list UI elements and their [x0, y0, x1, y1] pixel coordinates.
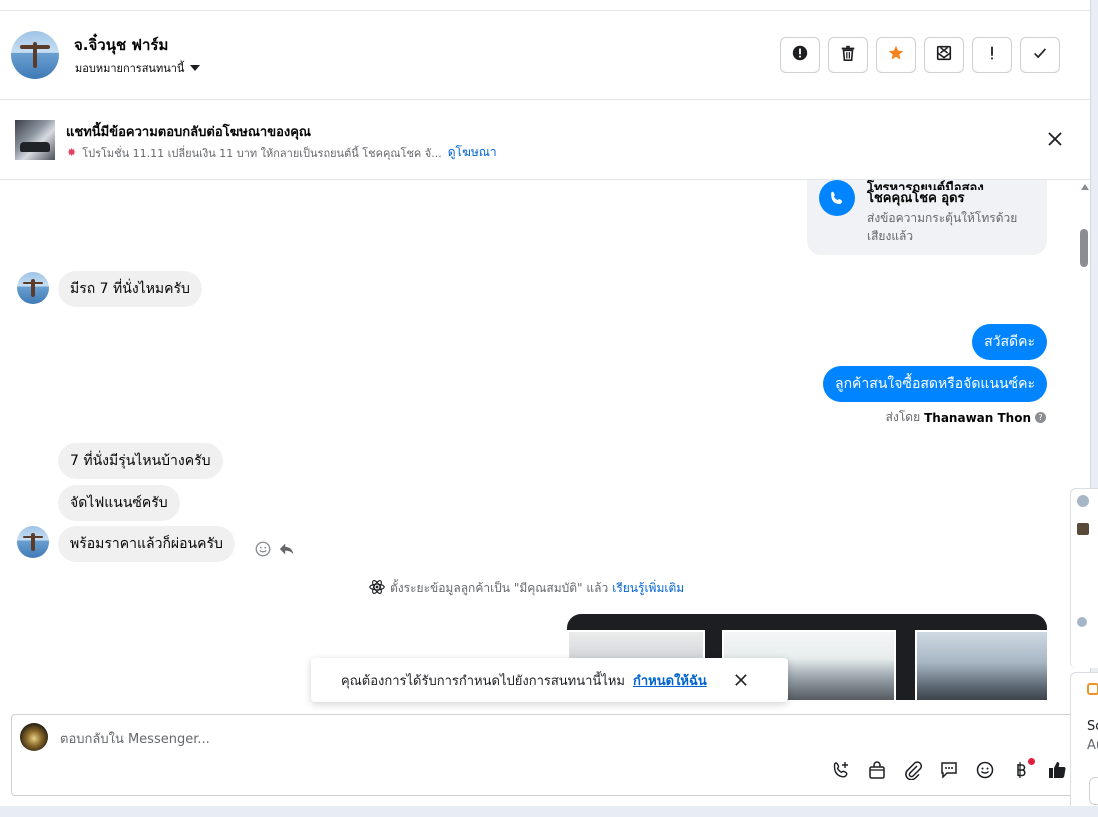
- learn-more-link[interactable]: เรียนรู้เพิ่มเติม: [612, 579, 684, 598]
- delete-button[interactable]: [828, 37, 868, 73]
- react-emoji-button[interactable]: [254, 540, 272, 562]
- bottom-strip: [0, 806, 1098, 817]
- mark-unread-button[interactable]: [924, 37, 964, 73]
- conversation-header: จ.จิ๋วนุช ฟาร์ม มอบหมายการสนทนานี้: [0, 11, 1090, 100]
- emoji-icon: [975, 760, 995, 784]
- star-icon: [887, 44, 905, 66]
- shop-bag-icon: [867, 760, 887, 784]
- incoming-message[interactable]: พร้อมราคาแล้วก็ผ่อนครับ: [58, 526, 235, 562]
- thumbs-up-icon: [1047, 760, 1067, 784]
- notification-icon: [1087, 683, 1098, 695]
- close-icon: [1048, 131, 1062, 150]
- report-spam-button[interactable]: [780, 37, 820, 73]
- sent-by-label: ส่งโดย Thanawan Thon ?: [886, 408, 1046, 427]
- call-prompt-card: โทรหารถยนต์มือสอง โชคคุณโชค อุดร ส่งข้อค…: [807, 180, 1047, 255]
- chevron-down-icon: [190, 65, 201, 71]
- scrollbar-thumb[interactable]: [1080, 229, 1088, 267]
- assign-conversation-dropdown[interactable]: มอบหมายการสนทนานี้: [75, 59, 201, 77]
- reply-button[interactable]: [278, 540, 296, 562]
- message-thread[interactable]: โทรหารถยนต์มือสอง โชคคุณโชค อุดร ส่งข้อค…: [0, 180, 1074, 700]
- mark-unread-icon: [935, 44, 953, 66]
- alert-circle-icon: [791, 44, 809, 66]
- messenger-inbox-page: จ.จิ๋วนุช ฟาร์ม มอบหมายการสนทนานี้ แชทนี…: [0, 0, 1098, 817]
- close-toast-button[interactable]: [733, 672, 749, 688]
- side-panel-card[interactable]: So Au: [1070, 672, 1098, 812]
- outgoing-message[interactable]: ลูกค้าสนใจซื้อสดหรือจัดแนนซ์คะ: [823, 366, 1047, 402]
- ad-banner-subtitle-row: ✸ โปรโมชั่น 11.11 เปลี่ยนเงิน 11 บาท ให้…: [67, 143, 497, 162]
- top-divider: [0, 0, 1090, 11]
- attach-button[interactable]: [902, 761, 924, 783]
- attachment-icon: [903, 760, 923, 784]
- call-card-description: ส่งข้อความกระตุ้นให้โทรด้วยเสียงแล้ว: [867, 211, 1018, 243]
- emoji-button[interactable]: [974, 761, 996, 783]
- close-banner-button[interactable]: [1045, 130, 1065, 150]
- sender-avatar[interactable]: [17, 272, 49, 304]
- contact-name[interactable]: จ.จิ๋วนุช ฟาร์ม: [74, 33, 168, 57]
- system-message-text: ตั้งระยะข้อมูลลูกค้าเป็น "มีคุณสมบัติ" แ…: [390, 581, 609, 595]
- mark-done-button[interactable]: [1020, 37, 1060, 73]
- reply-composer: ตอบกลับใน Messenger...: [11, 714, 1081, 796]
- reply-input[interactable]: ตอบกลับใน Messenger...: [60, 728, 210, 749]
- page-avatar: [20, 723, 48, 751]
- help-icon[interactable]: ?: [1035, 412, 1046, 423]
- saved-replies-button[interactable]: [938, 761, 960, 783]
- side-panel-button[interactable]: [1089, 777, 1098, 805]
- view-ad-link[interactable]: ดูโฆษณา: [448, 143, 497, 162]
- exclamation-icon: [983, 44, 1001, 66]
- message-actions: [254, 540, 296, 562]
- side-panel-text: Au: [1087, 738, 1098, 753]
- star-button[interactable]: [876, 37, 916, 73]
- toast-text: คุณต้องการได้รับการกำหนดไปยังการสนทนานี้…: [341, 673, 625, 689]
- notification-dot: [1028, 758, 1035, 765]
- product-card[interactable]: [915, 630, 1047, 700]
- incoming-message[interactable]: จัดไฟแนนซ์ครับ: [58, 485, 180, 521]
- like-button[interactable]: [1046, 761, 1068, 783]
- call-card-title: โทรหารถยนต์มือสอง โชคคุณโชค อุดร: [867, 181, 984, 206]
- side-panel-text: So: [1087, 719, 1098, 734]
- ad-reply-banner: แชทนี้มีข้อความตอบกลับต่อโฆษณาของคุณ ✸ โ…: [0, 100, 1090, 180]
- sparkle-icon: ✸: [67, 146, 77, 159]
- avatar: [1077, 523, 1089, 535]
- scroll-up-arrow-icon[interactable]: [1081, 184, 1089, 190]
- composer-toolbar: [830, 758, 1068, 783]
- payment-button[interactable]: [1010, 758, 1035, 783]
- atom-icon: [368, 578, 386, 599]
- chat-bubble-icon: [939, 760, 959, 784]
- sender-name: Thanawan Thon: [924, 410, 1031, 425]
- header-actions: [780, 37, 1060, 73]
- outgoing-message[interactable]: สวัสดีคะ: [972, 324, 1047, 360]
- ad-banner-subtitle: โปรโมชั่น 11.11 เปลี่ยนเงิน 11 บาท ให้กล…: [82, 146, 442, 160]
- phone-add-icon: [831, 760, 851, 784]
- sender-avatar[interactable]: [17, 526, 49, 558]
- avatar: [1077, 495, 1089, 507]
- trash-icon: [839, 44, 857, 66]
- side-panel-collapsed[interactable]: [1070, 488, 1098, 668]
- shop-button[interactable]: [866, 761, 888, 783]
- check-icon: [1031, 44, 1049, 66]
- phone-icon: [819, 180, 855, 216]
- incoming-message[interactable]: มีรถ 7 ที่นั่งไหมครับ: [58, 271, 202, 307]
- contact-avatar[interactable]: [11, 31, 59, 79]
- system-message: ตั้งระยะข้อมูลลูกค้าเป็น "มีคุณสมบัติ" แ…: [368, 578, 684, 599]
- call-button[interactable]: [830, 761, 852, 783]
- assign-to-me-link[interactable]: กำหนดให้ฉัน: [633, 670, 707, 691]
- assign-label: มอบหมายการสนทนานี้: [75, 62, 185, 75]
- assign-toast: คุณต้องการได้รับการกำหนดไปยังการสนทนานี้…: [311, 658, 788, 702]
- avatar: [1077, 617, 1087, 627]
- incoming-message[interactable]: 7 ที่นั่งมีรุ่นไหนบ้างครับ: [58, 443, 223, 479]
- mark-important-button[interactable]: [972, 37, 1012, 73]
- ad-banner-title: แชทนี้มีข้อความตอบกลับต่อโฆษณาของคุณ: [66, 125, 311, 140]
- ad-thumbnail[interactable]: [15, 120, 55, 160]
